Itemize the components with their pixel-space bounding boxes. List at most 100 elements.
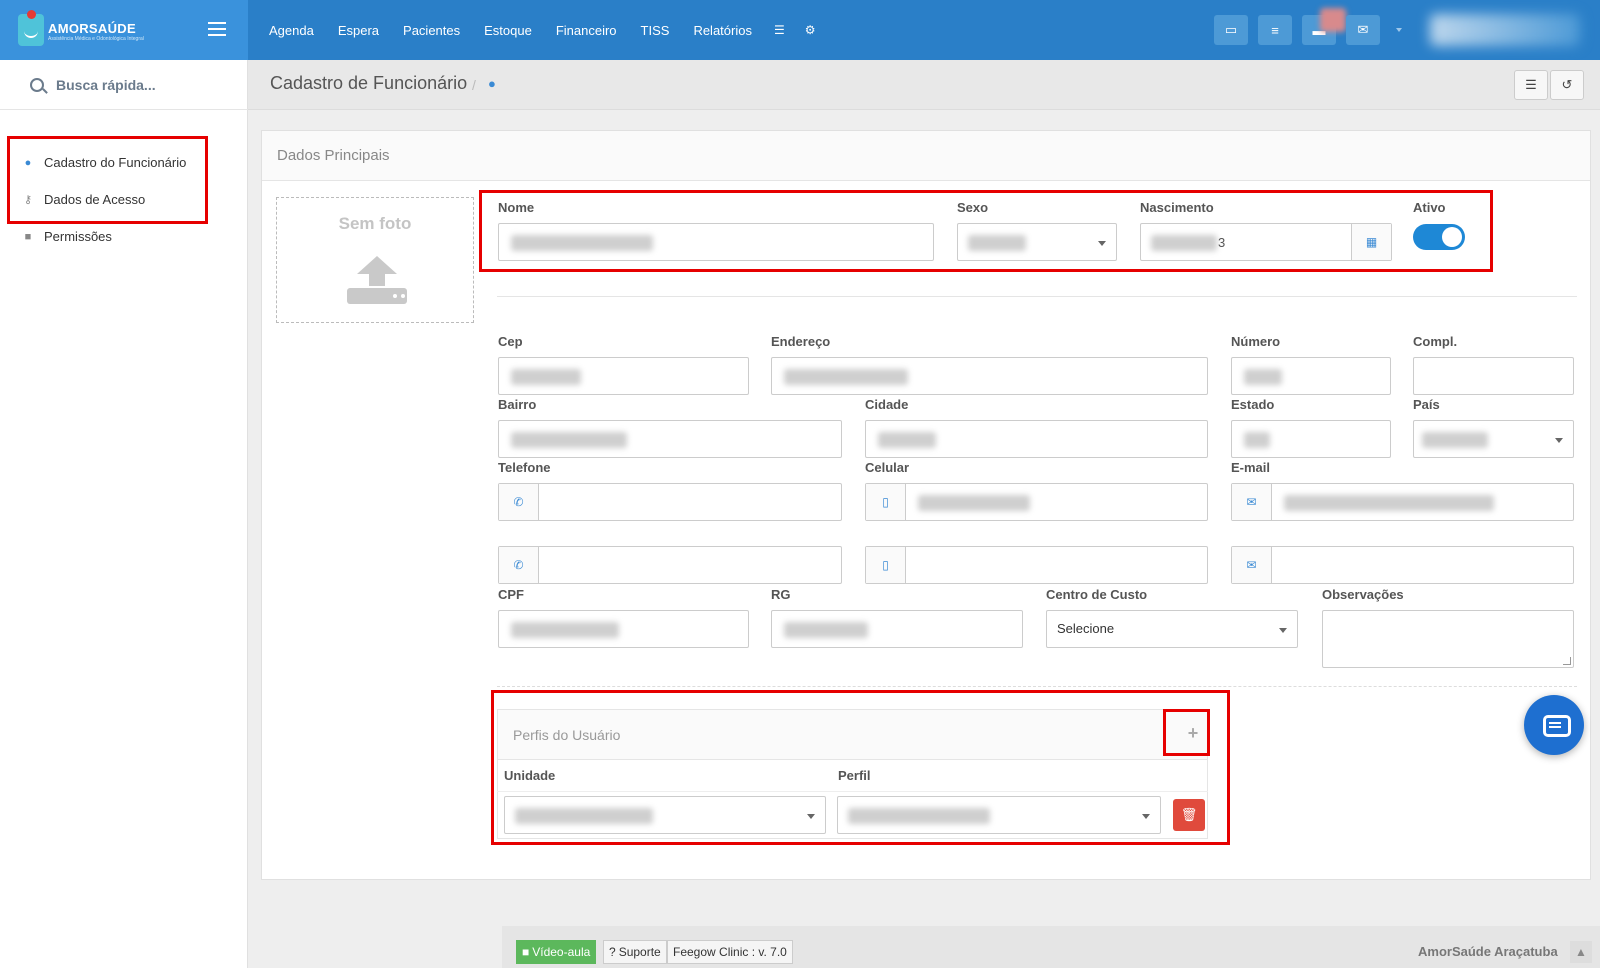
suporte-button[interactable]: ? Suporte (603, 940, 667, 964)
cpf-field[interactable] (498, 610, 749, 648)
chat-widget-button[interactable] (1524, 695, 1584, 755)
label-ativo: Ativo (1413, 200, 1446, 215)
chevron-down-icon (1142, 814, 1150, 819)
redacted-value (878, 432, 936, 448)
label-email: E-mail (1231, 460, 1271, 475)
nav-item-financeiro[interactable]: Financeiro (556, 23, 617, 38)
resize-handle[interactable] (1563, 657, 1571, 665)
page-title: Cadastro de Funcionário (270, 73, 468, 93)
label-endereco: Endereço (771, 334, 831, 349)
database-icon[interactable]: ☰ (774, 23, 785, 37)
version-info: Feegow Clinic : v. 7.0 (667, 940, 793, 964)
redacted-value (511, 235, 653, 251)
chevron-down-icon (807, 814, 815, 819)
unidade-select[interactable] (504, 796, 826, 834)
cidade-field[interactable] (865, 420, 1208, 458)
main-nav: Agenda Espera Pacientes Estoque Financei… (257, 0, 826, 60)
menu-toggle-icon[interactable] (208, 22, 226, 36)
help-icon: ? (609, 945, 616, 959)
add-perfil-button[interactable]: + (1181, 721, 1205, 745)
version-label: Feegow Clinic : v. 7.0 (673, 945, 787, 959)
label-bairro: Bairro (498, 397, 537, 412)
user-icon: ● (488, 76, 496, 91)
sidebar: Busca rápida... ● Cadastro do Funcionári… (0, 60, 248, 968)
mobile-icon: ▯ (866, 547, 906, 583)
photo-upload[interactable]: Sem foto (276, 197, 474, 323)
compl-field[interactable] (1413, 357, 1574, 395)
envelope-icon: ✉ (1232, 547, 1272, 583)
centro-custo-select[interactable]: Selecione (1046, 610, 1298, 648)
divider-dashed (497, 686, 1577, 687)
notification-badge (1320, 8, 1346, 32)
label-centro-custo: Centro de Custo (1046, 587, 1148, 602)
observacoes-textarea[interactable] (1322, 610, 1574, 668)
celular-field[interactable]: ▯ (865, 483, 1208, 521)
quick-search[interactable]: Busca rápida... (0, 60, 248, 110)
calendar-icon[interactable]: ▦ (1351, 224, 1391, 260)
brand-name: AMORSAÚDE (48, 21, 136, 36)
video-aula-button[interactable]: ■ Vídeo-aula (516, 940, 597, 964)
sidebar-item-permissoes[interactable]: ■ Permissões (20, 229, 112, 244)
search-icon (30, 77, 44, 92)
gear-icon[interactable]: ⚙ (805, 23, 816, 37)
redacted-value (1151, 235, 1217, 251)
list-button[interactable]: ☰ (1514, 70, 1548, 100)
phone-icon: ✆ (499, 547, 539, 583)
nav-item-tiss[interactable]: TISS (641, 23, 670, 38)
pais-select[interactable] (1413, 420, 1574, 458)
ativo-toggle[interactable] (1413, 224, 1465, 250)
redacted-value (784, 622, 868, 638)
nav-item-pacientes[interactable]: Pacientes (403, 23, 460, 38)
panel-title: Dados Principais (277, 147, 390, 164)
nav-item-estoque[interactable]: Estoque (484, 23, 532, 38)
redacted-value (968, 235, 1026, 251)
table-divider (497, 791, 1208, 792)
card-icon[interactable]: ≡ (1258, 15, 1292, 45)
user-icon: ● (24, 156, 32, 169)
delete-perfil-button[interactable]: 🗑 (1173, 799, 1205, 831)
top-navbar: AMORSAÚDE Assistência Médica e Odontológ… (0, 0, 1600, 60)
sidebar-item-cadastro[interactable]: ● Cadastro do Funcionário (20, 155, 187, 170)
upload-icon-stem (369, 272, 385, 286)
label-compl: Compl. (1413, 334, 1458, 349)
telefone-2-field[interactable]: ✆ (498, 546, 842, 584)
user-menu[interactable] (1430, 14, 1580, 46)
perfil-select[interactable] (837, 796, 1161, 834)
sexo-select[interactable] (957, 223, 1117, 261)
nascimento-suffix: 3 (1218, 235, 1226, 250)
label-estado: Estado (1231, 397, 1275, 412)
plus-icon: + (1187, 722, 1199, 743)
chat-bubbles-icon[interactable]: ✉ (1346, 15, 1380, 45)
label-cpf: CPF (498, 587, 524, 602)
sidebar-item-label: Permissões (44, 229, 112, 244)
nome-field[interactable] (498, 223, 934, 261)
email-2-field[interactable]: ✉ (1231, 546, 1574, 584)
redacted-value (1244, 369, 1282, 385)
estado-field[interactable] (1231, 420, 1391, 458)
history-icon: ↺ (1561, 77, 1573, 92)
label-sexo: Sexo (957, 200, 989, 215)
nav-item-espera[interactable]: Espera (338, 23, 379, 38)
label-pais: País (1413, 397, 1440, 412)
nav-item-relatorios[interactable]: Relatórios (693, 23, 752, 38)
cep-field[interactable] (498, 357, 749, 395)
brand-area: AMORSAÚDE Assistência Médica e Odontológ… (0, 0, 248, 60)
scroll-top-button[interactable]: ▲ (1570, 941, 1592, 963)
redacted-value (918, 495, 1030, 511)
chevron-down-icon[interactable] (1396, 28, 1402, 32)
photo-label: Sem foto (338, 214, 412, 233)
bairro-field[interactable] (498, 420, 842, 458)
email-field[interactable]: ✉ (1231, 483, 1574, 521)
history-button[interactable]: ↺ (1550, 70, 1584, 100)
nav-item-agenda[interactable]: Agenda (269, 23, 314, 38)
sidebar-item-dados-acesso[interactable]: ⚷ Dados de Acesso (20, 192, 145, 207)
nascimento-field[interactable]: 3 ▦ (1140, 223, 1392, 261)
rg-field[interactable] (771, 610, 1023, 648)
endereco-field[interactable] (771, 357, 1208, 395)
celular-2-field[interactable]: ▯ (865, 546, 1208, 584)
label-nome: Nome (498, 200, 535, 215)
col-unidade: Unidade (504, 768, 556, 783)
numero-field[interactable] (1231, 357, 1391, 395)
inbox-icon[interactable]: ▭ (1214, 15, 1248, 45)
telefone-field[interactable]: ✆ (498, 483, 842, 521)
